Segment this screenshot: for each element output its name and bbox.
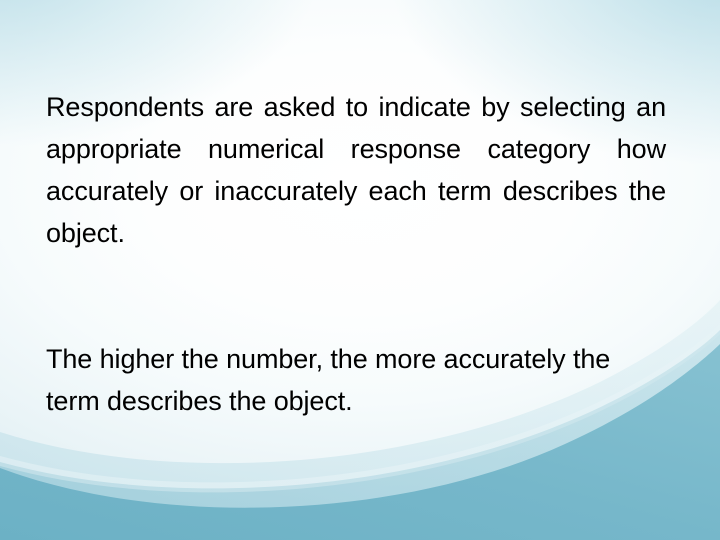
slide-body-text: Respondents are asked to indicate by sel… xyxy=(46,86,666,422)
body-paragraph-1: Respondents are asked to indicate by sel… xyxy=(46,92,666,248)
slide-canvas: Respondents are asked to indicate by sel… xyxy=(0,0,720,540)
body-paragraph-2: The higher the number, the more accurate… xyxy=(46,344,611,416)
